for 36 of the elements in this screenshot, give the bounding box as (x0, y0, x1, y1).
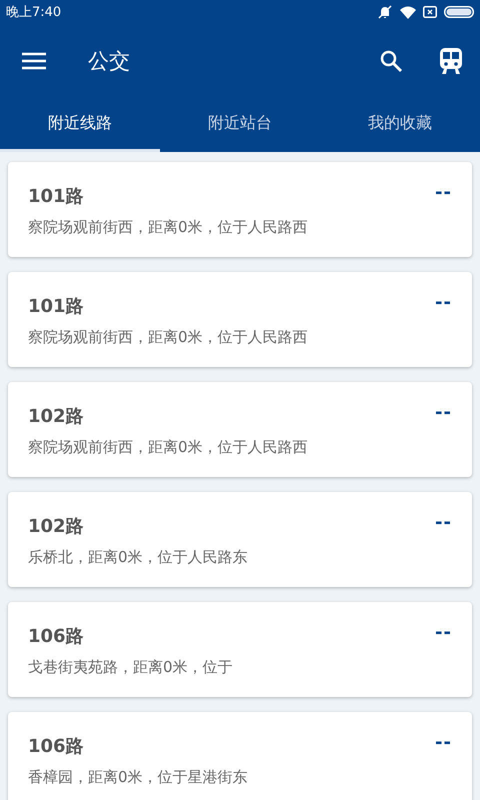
arrival-time: -- (435, 621, 452, 643)
route-name: 106路 (28, 735, 85, 758)
tab[interactable]: 附近线路 (0, 98, 160, 152)
route-card[interactable]: 106路 香樟园，距离0米，位于星港街东 -- (8, 712, 472, 800)
route-info: 香樟园，距离0米，位于星港街东 (28, 768, 249, 787)
status-time: 晚上7:40 (6, 4, 62, 21)
arrival-time: -- (435, 511, 452, 533)
route-card[interactable]: 101路 察院场观前街西，距离0米，位于人民路西 -- (8, 272, 472, 367)
route-info: 察院场观前街西，距离0米，位于人民路西 (28, 218, 309, 237)
route-name: 102路 (28, 405, 85, 428)
mute-icon (377, 5, 393, 19)
train-icon[interactable] (440, 48, 462, 74)
route-info: 察院场观前街西，距离0米，位于人民路西 (28, 438, 309, 457)
menu-icon[interactable] (22, 52, 46, 70)
route-info: 戈巷街夷苑路，距离0米，位于 (28, 658, 234, 677)
tab[interactable]: 附近站台 (160, 98, 320, 152)
route-card[interactable]: 102路 乐桥北，距离0米，位于人民路东 -- (8, 492, 472, 587)
arrival-time: -- (435, 731, 452, 753)
toolbar-title: 公交 (88, 48, 131, 75)
route-card[interactable]: 101路 察院场观前街西，距离0米，位于人民路西 -- (8, 162, 472, 257)
route-card[interactable]: 102路 察院场观前街西，距离0米，位于人民路西 -- (8, 382, 472, 477)
route-info: 乐桥北，距离0米，位于人民路东 (28, 548, 249, 567)
route-name: 101路 (28, 185, 85, 208)
route-name: 106路 (28, 625, 85, 648)
search-icon[interactable] (380, 50, 402, 72)
route-name: 102路 (28, 515, 85, 538)
wifi-icon (400, 6, 416, 18)
arrival-time: -- (435, 401, 452, 423)
tab[interactable]: 我的收藏 (320, 98, 480, 152)
route-card[interactable]: 106路 戈巷街夷苑路，距离0米，位于 -- (8, 602, 472, 697)
route-info: 察院场观前街西，距离0米，位于人民路西 (28, 328, 309, 347)
arrival-time: -- (435, 181, 452, 203)
route-name: 101路 (28, 295, 85, 318)
sim-icon (423, 6, 437, 18)
arrival-time: -- (435, 291, 452, 313)
battery-icon (444, 6, 474, 18)
